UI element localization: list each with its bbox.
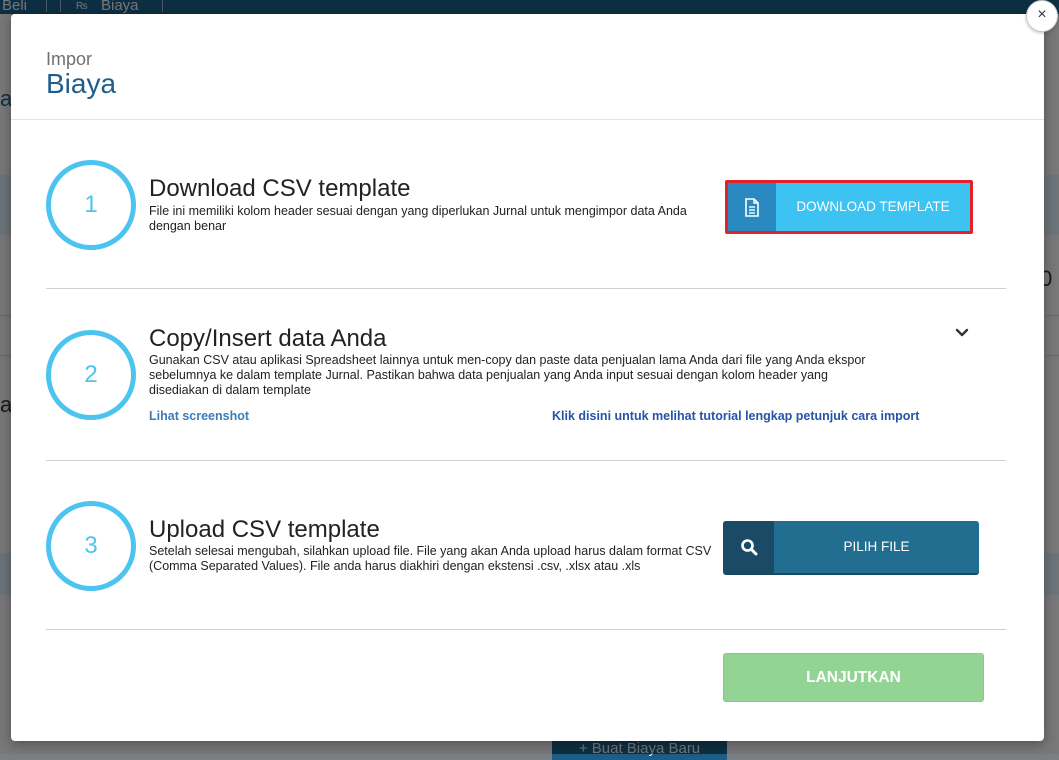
step-2-title: Copy/Insert data Anda <box>149 325 387 352</box>
modal-title: Biaya <box>46 68 117 99</box>
choose-file-button[interactable]: PILIH FILE <box>723 521 979 573</box>
step-1-description: File ini memiliki kolom header sesuai de… <box>149 204 687 233</box>
download-template-label: DOWNLOAD TEMPLATE <box>796 199 950 214</box>
continue-button[interactable]: LANJUTKAN <box>723 653 984 702</box>
divider <box>46 629 1006 630</box>
document-icon <box>728 183 776 231</box>
step-3-description: Setelah selesai mengubah, silahkan uploa… <box>149 544 712 573</box>
step-1-circle: 1 <box>46 160 136 250</box>
close-icon[interactable]: × <box>1026 0 1058 32</box>
step-1-title: Download CSV template <box>149 175 411 202</box>
step-2-circle: 2 <box>46 330 136 420</box>
download-template-button[interactable]: DOWNLOAD TEMPLATE <box>725 180 973 234</box>
step-3-circle: 3 <box>46 501 136 591</box>
chevron-down-icon[interactable] <box>953 324 971 342</box>
import-modal: Impor Biaya 1 Download CSV template File… <box>11 14 1044 741</box>
modal-header: Impor Biaya <box>11 14 1044 120</box>
step-2-description: Gunakan CSV atau aplikasi Spreadsheet la… <box>149 353 866 397</box>
view-screenshot-link[interactable]: Lihat screenshot <box>149 409 249 423</box>
divider <box>46 288 1006 289</box>
modal-subtitle: Impor <box>46 49 93 69</box>
choose-file-label: PILIH FILE <box>843 539 910 554</box>
import-tutorial-link[interactable]: Klik disini untuk melihat tutorial lengk… <box>552 409 919 423</box>
step-3-title: Upload CSV template <box>149 516 380 543</box>
search-icon <box>723 521 774 573</box>
divider <box>46 460 1006 461</box>
